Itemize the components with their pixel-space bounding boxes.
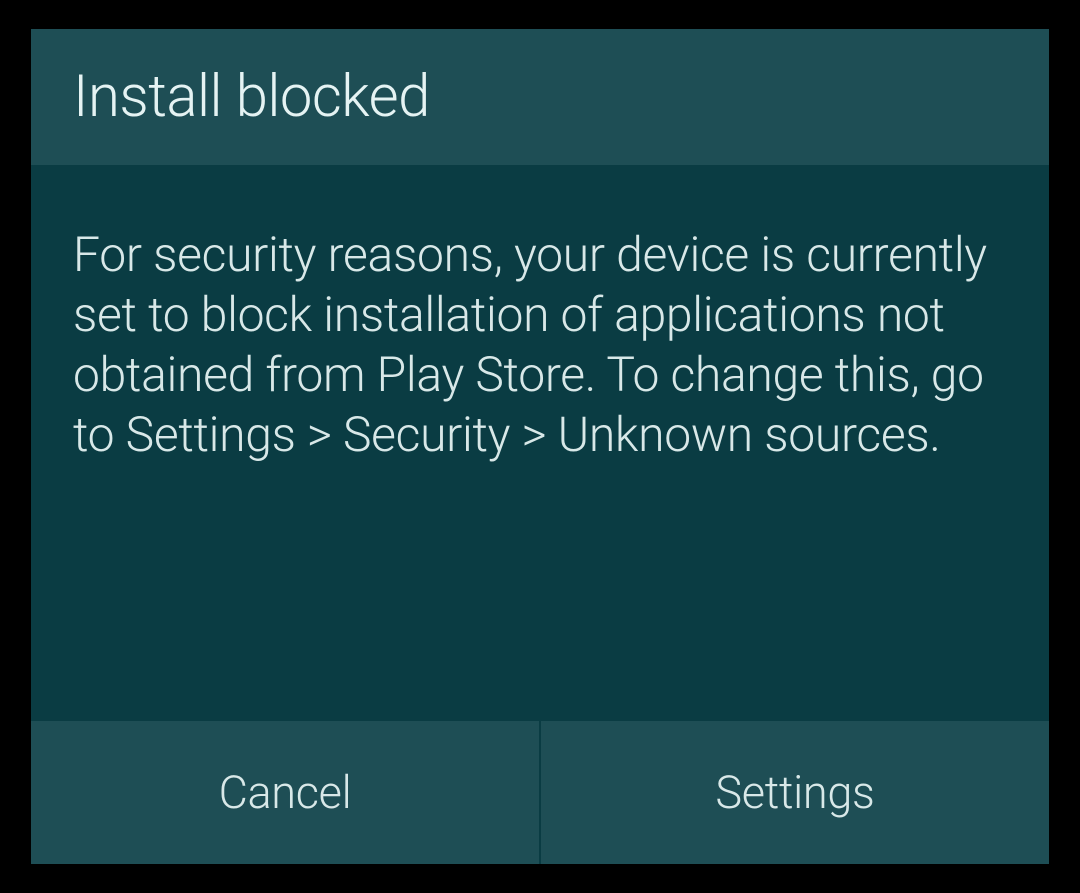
dialog-button-bar: Cancel Settings	[31, 721, 1049, 864]
settings-button[interactable]: Settings	[541, 721, 1049, 864]
dialog-message: For security reasons, your device is cur…	[73, 225, 1007, 465]
cancel-button[interactable]: Cancel	[31, 721, 541, 864]
dialog-header: Install blocked	[31, 29, 1049, 167]
install-blocked-dialog: Install blocked For security reasons, yo…	[31, 29, 1049, 864]
dialog-body: For security reasons, your device is cur…	[31, 167, 1049, 721]
dialog-title: Install blocked	[73, 63, 1007, 131]
